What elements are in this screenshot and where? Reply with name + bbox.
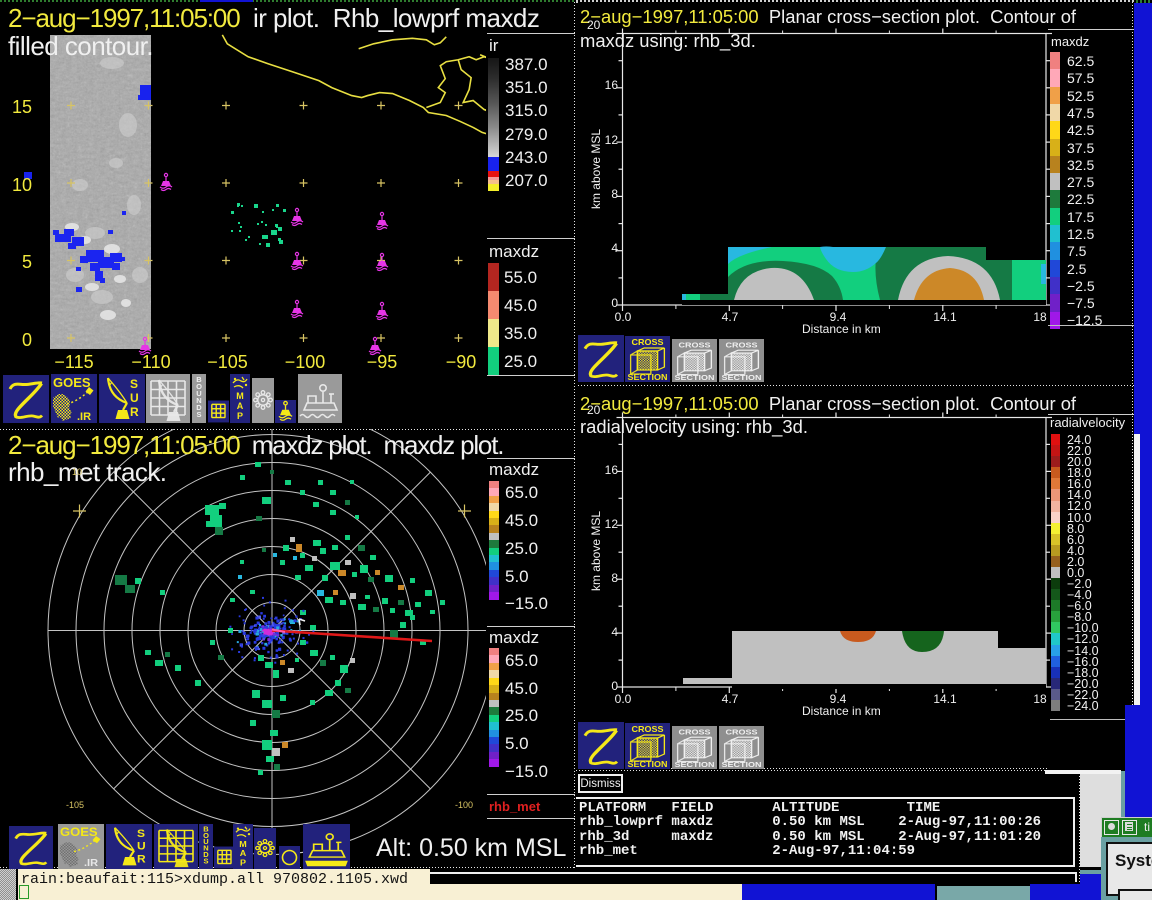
svg-text:GOES: GOES (53, 375, 91, 390)
svg-text:S: S (137, 828, 145, 839)
svg-text:S: S (196, 410, 201, 419)
svg-text:U: U (130, 391, 139, 405)
svg-text:U: U (137, 841, 146, 852)
svg-text:M: M (239, 839, 246, 849)
svg-text:CROSS: CROSS (632, 724, 664, 733)
svg-text:R: R (130, 405, 139, 419)
svg-text:CROSS: CROSS (679, 341, 712, 349)
svg-text:A: A (240, 848, 246, 858)
svg-text:R: R (137, 854, 146, 865)
svg-text:SECTION: SECTION (675, 374, 715, 382)
svg-text:GOES: GOES (60, 825, 98, 838)
svg-text:S: S (204, 857, 209, 866)
svg-text:SECTION: SECTION (722, 761, 762, 769)
svg-text:S: S (130, 377, 138, 391)
svg-text:.IR: .IR (84, 858, 98, 869)
svg-text:.IR: .IR (77, 411, 91, 423)
svg-text:CROSS: CROSS (679, 728, 712, 736)
svg-text:CROSS: CROSS (726, 341, 759, 349)
svg-text:SECTION: SECTION (628, 759, 668, 768)
svg-text:A: A (237, 401, 244, 411)
svg-text:SECTION: SECTION (722, 374, 762, 382)
svg-text:CROSS: CROSS (726, 728, 759, 736)
svg-text:P: P (237, 411, 243, 421)
svg-text:SECTION: SECTION (628, 372, 668, 381)
svg-text:P: P (240, 858, 246, 868)
svg-text:M: M (236, 391, 244, 401)
svg-text:SECTION: SECTION (675, 761, 715, 769)
svg-text:CROSS: CROSS (632, 337, 664, 346)
